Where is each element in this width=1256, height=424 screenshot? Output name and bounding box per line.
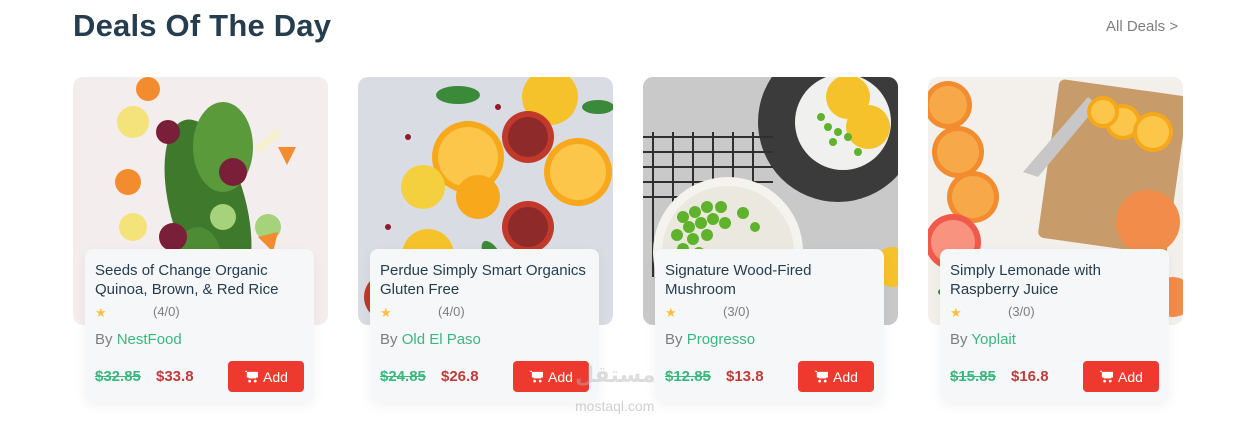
add-to-cart-button[interactable]: Add (1083, 361, 1159, 392)
cart-icon (529, 370, 544, 383)
by-label: By (95, 331, 113, 348)
rating-count: (4/0) (153, 304, 180, 319)
current-price: $33.8 (156, 368, 194, 385)
add-label: Add (263, 368, 288, 385)
current-price: $26.8 (441, 368, 479, 385)
add-label: Add (548, 368, 573, 385)
product-info: Simply Lemonade with Raspberry Juice ★ (… (940, 249, 1169, 402)
product-name[interactable]: Seeds of Change Organic Quinoa, Brown, &… (95, 261, 310, 299)
vendor-link[interactable]: Progresso (687, 331, 755, 348)
add-to-cart-button[interactable]: Add (228, 361, 304, 392)
rating-count: (3/0) (723, 304, 750, 319)
old-price: $15.85 (950, 368, 996, 385)
rating-count: (4/0) (438, 304, 465, 319)
star-icon: ★ (950, 305, 962, 320)
page-title: Deals Of The Day (73, 8, 332, 43)
vendor-link[interactable]: Old El Paso (402, 331, 481, 348)
watermark-logo: مستقل (575, 362, 656, 387)
vendor-line: By Old El Paso (380, 331, 481, 348)
vendor-line: By Progresso (665, 331, 755, 348)
add-label: Add (1118, 368, 1143, 385)
current-price: $16.8 (1011, 368, 1049, 385)
product-name[interactable]: Perdue Simply Smart Organics Gluten Free (380, 261, 595, 299)
product-name[interactable]: Simply Lemonade with Raspberry Juice (950, 261, 1165, 299)
product-info: Seeds of Change Organic Quinoa, Brown, &… (85, 249, 314, 402)
current-price: $13.8 (726, 368, 764, 385)
vendor-line: By Yoplait (950, 331, 1016, 348)
star-icon: ★ (665, 305, 677, 320)
product-info: Signature Wood-Fired Mushroom ★ (3/0) By… (655, 249, 884, 402)
product-card: Seeds of Change Organic Quinoa, Brown, &… (73, 77, 328, 402)
cart-icon (244, 370, 259, 383)
vendor-link[interactable]: NestFood (117, 331, 182, 348)
product-name[interactable]: Signature Wood-Fired Mushroom (665, 261, 880, 299)
star-icon: ★ (95, 305, 107, 320)
old-price: $12.85 (665, 368, 711, 385)
vendor-line: By NestFood (95, 331, 182, 348)
cart-icon (814, 370, 829, 383)
by-label: By (665, 331, 683, 348)
add-to-cart-button[interactable]: Add (798, 361, 874, 392)
by-label: By (950, 331, 968, 348)
product-card: Signature Wood-Fired Mushroom ★ (3/0) By… (643, 77, 898, 402)
product-info: Perdue Simply Smart Organics Gluten Free… (370, 249, 599, 402)
star-icon: ★ (380, 305, 392, 320)
rating-count: (3/0) (1008, 304, 1035, 319)
by-label: By (380, 331, 398, 348)
old-price: $24.85 (380, 368, 426, 385)
old-price: $32.85 (95, 368, 141, 385)
vendor-link[interactable]: Yoplait (971, 331, 1016, 348)
cart-icon (1099, 370, 1114, 383)
add-label: Add (833, 368, 858, 385)
product-card: Perdue Simply Smart Organics Gluten Free… (358, 77, 613, 402)
product-card: Simply Lemonade with Raspberry Juice ★ (… (928, 77, 1183, 402)
all-deals-link[interactable]: All Deals > (1106, 18, 1178, 35)
watermark-text: mostaql.com (575, 398, 655, 414)
